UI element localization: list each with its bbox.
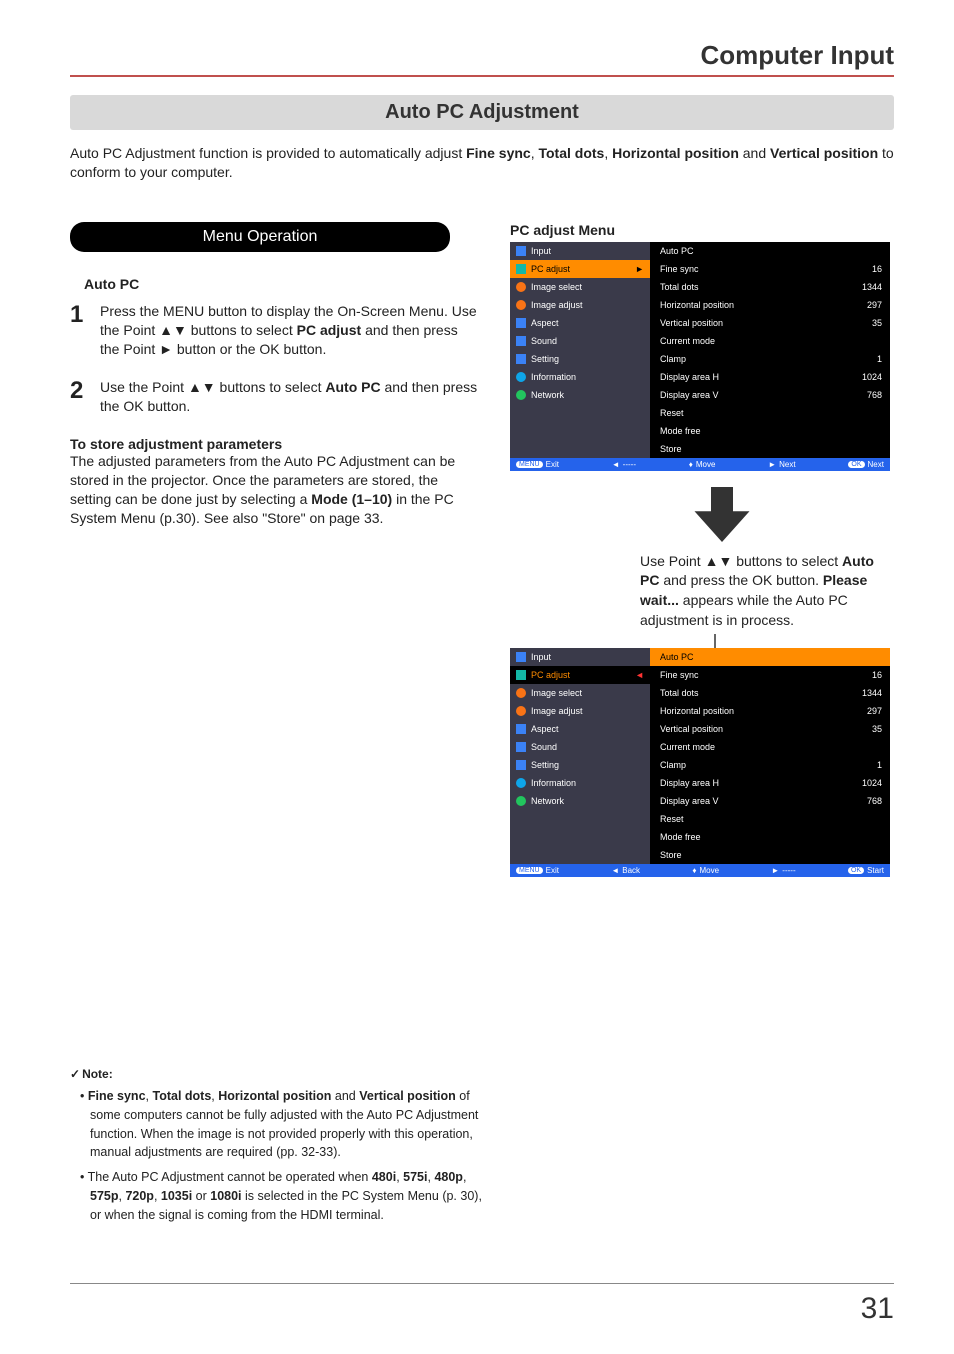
osd-menu-pc-adjust: PC adjust► <box>510 260 650 278</box>
osd-menu-sound: Sound <box>510 332 650 350</box>
intro-paragraph: Auto PC Adjustment function is provided … <box>70 144 894 182</box>
step-text: Press the MENU button to display the On-… <box>100 302 480 359</box>
osd-param-store: Store <box>650 440 890 458</box>
information-icon <box>516 778 526 788</box>
pc-adjust-menu-head: PC adjust Menu <box>510 222 894 238</box>
osd-param-auto-pc: Auto PC <box>650 242 890 260</box>
osd-param-clamp: Clamp1 <box>650 350 890 368</box>
osd-footer: MENU Exit ◄ ----- ♦ Move ► Next OK Next <box>510 458 890 471</box>
osd-screenshot-2: Input PC adjust◄ Image select Image adju… <box>510 648 894 877</box>
note-item-2: The Auto PC Adjustment cannot be operate… <box>90 1168 490 1224</box>
step-number: 1 <box>70 302 100 359</box>
pointer-line <box>714 634 716 648</box>
osd-param-reset: Reset <box>650 404 890 422</box>
osd-menu-image-select: Image select <box>510 684 650 702</box>
setting-icon <box>516 760 526 770</box>
osd-menu-setting: Setting <box>510 350 650 368</box>
osd-menu-pc-adjust: PC adjust◄ <box>510 666 650 684</box>
aspect-icon <box>516 724 526 734</box>
arrow-left-icon: ◄ <box>635 670 644 680</box>
intro-text: Auto PC Adjustment function is provided … <box>70 145 466 161</box>
information-icon <box>516 372 526 382</box>
osd-param-fine-sync: Fine sync16 <box>650 666 890 684</box>
auto-pc-subhead: Auto PC <box>84 276 480 292</box>
osd-param-v-position: Vertical position35 <box>650 720 890 738</box>
osd-param-total-dots: Total dots1344 <box>650 684 890 702</box>
network-icon <box>516 796 526 806</box>
arrow-right-icon: ► <box>635 264 644 274</box>
setting-icon <box>516 354 526 364</box>
osd-menu-setting: Setting <box>510 756 650 774</box>
notes-block: Note: Fine sync, Total dots, Horizontal … <box>70 1067 490 1224</box>
step-number: 2 <box>70 378 100 416</box>
osd-menu-image-adjust: Image adjust <box>510 296 650 314</box>
step-1: 1 Press the MENU button to display the O… <box>70 302 480 359</box>
network-icon <box>516 390 526 400</box>
osd-param-h-position: Horizontal position297 <box>650 702 890 720</box>
pc-adjust-icon <box>516 670 526 680</box>
osd-menu-sound: Sound <box>510 738 650 756</box>
step-text: Use the Point ▲▼ buttons to select Auto … <box>100 378 480 416</box>
image-select-icon <box>516 688 526 698</box>
footer-rule <box>70 1283 894 1284</box>
osd-menu-image-adjust: Image adjust <box>510 702 650 720</box>
input-icon <box>516 246 526 256</box>
osd-param-v-position: Vertical position35 <box>650 314 890 332</box>
ok-pill-icon: OK <box>848 461 864 468</box>
osd-menu-aspect: Aspect <box>510 720 650 738</box>
osd-footer: MENU Exit ◄ Back ♦ Move ► ----- OK Start <box>510 864 890 877</box>
osd-menu-input: Input <box>510 242 650 260</box>
osd-param-current-mode: Current mode <box>650 738 890 756</box>
page-number: 31 <box>861 1292 894 1326</box>
osd-menu-aspect: Aspect <box>510 314 650 332</box>
image-adjust-icon <box>516 706 526 716</box>
menu-pill-icon: MENU <box>516 461 543 468</box>
input-icon <box>516 652 526 662</box>
intro-bold: Fine sync <box>466 145 531 161</box>
step-2: 2 Use the Point ▲▼ buttons to select Aut… <box>70 378 480 416</box>
store-heading: To store adjustment parameters <box>70 436 480 452</box>
sound-icon <box>516 742 526 752</box>
chapter-title: Computer Input <box>70 40 894 77</box>
down-arrow-icon <box>550 487 894 542</box>
osd-param-total-dots: Total dots1344 <box>650 278 890 296</box>
pc-adjust-icon <box>516 264 526 274</box>
osd-param-current-mode: Current mode <box>650 332 890 350</box>
osd-menu-image-select: Image select <box>510 278 650 296</box>
osd-param-auto-pc-selected: Auto PC <box>650 648 890 666</box>
section-banner: Auto PC Adjustment <box>70 95 894 130</box>
osd-menu-information: Information <box>510 368 650 386</box>
osd-menu-information: Information <box>510 774 650 792</box>
osd-param-mode-free: Mode free <box>650 422 890 440</box>
osd-param-fine-sync: Fine sync16 <box>650 260 890 278</box>
osd-menu-network: Network <box>510 792 650 810</box>
menu-pill-icon: MENU <box>516 867 543 874</box>
caption-text: Use Point ▲▼ buttons to select Auto PC a… <box>640 552 894 630</box>
aspect-icon <box>516 318 526 328</box>
note-item-1: Fine sync, Total dots, Horizontal positi… <box>90 1087 490 1162</box>
osd-menu-network: Network <box>510 386 650 404</box>
osd-param-store: Store <box>650 846 890 864</box>
menu-operation-banner: Menu Operation <box>70 222 450 252</box>
osd-param-reset: Reset <box>650 810 890 828</box>
osd-screenshot-1: Input PC adjust► Image select Image adju… <box>510 242 894 471</box>
ok-pill-icon: OK <box>848 867 864 874</box>
image-adjust-icon <box>516 300 526 310</box>
note-heading: Note: <box>70 1067 490 1081</box>
osd-param-display-v: Display area V768 <box>650 792 890 810</box>
osd-param-clamp: Clamp1 <box>650 756 890 774</box>
sound-icon <box>516 336 526 346</box>
osd-param-display-h: Display area H1024 <box>650 368 890 386</box>
osd-param-display-v: Display area V768 <box>650 386 890 404</box>
osd-param-h-position: Horizontal position297 <box>650 296 890 314</box>
osd-menu-input: Input <box>510 648 650 666</box>
store-text: The adjusted parameters from the Auto PC… <box>70 452 480 528</box>
osd-param-display-h: Display area H1024 <box>650 774 890 792</box>
image-select-icon <box>516 282 526 292</box>
osd-param-mode-free: Mode free <box>650 828 890 846</box>
